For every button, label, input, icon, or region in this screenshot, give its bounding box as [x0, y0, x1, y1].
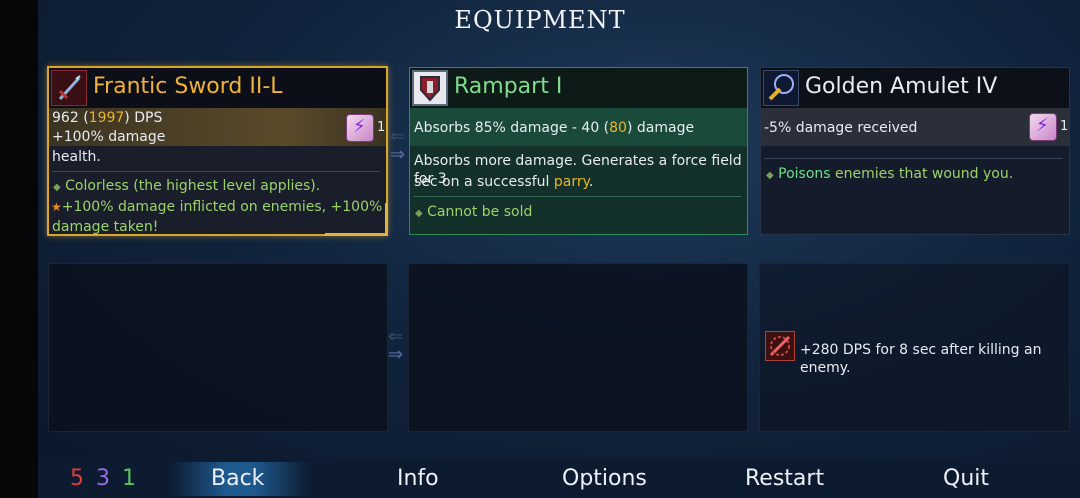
empty-weapon-slot[interactable]	[48, 263, 388, 432]
scroll-icon: ⚡	[1029, 113, 1057, 141]
selection-corner	[325, 203, 388, 236]
swap-arrows-icon[interactable]: ⇐ ⇒	[390, 128, 405, 164]
dps-line: 962 (1997) DPS	[52, 109, 162, 127]
divider	[764, 158, 1063, 159]
note-text: Colorless (the highest level applies).	[65, 178, 321, 194]
info-button[interactable]: Info	[397, 466, 439, 491]
scroll-count: 1	[1060, 119, 1069, 134]
absorb-text: Absorbs 85% damage - 40 (	[414, 120, 610, 136]
stat-band: -5% damage received ⚡ 1	[761, 108, 1069, 146]
bullet-icon: ◆	[766, 170, 774, 181]
card-header: Frantic Sword II-L	[49, 68, 386, 108]
left-black-bar	[0, 0, 38, 498]
note-poison: ◆ Poisons enemies that wound you.	[766, 164, 1013, 186]
dps-paren: )	[124, 110, 130, 126]
stat-band: Absorbs 85% damage - 40 (80) damage	[410, 108, 747, 146]
stat-band: 962 (1997) DPS +100% damage ⚡ 1	[49, 108, 386, 146]
shield-icon	[412, 70, 448, 106]
divider	[52, 171, 380, 172]
back-button[interactable]: Back	[211, 466, 264, 491]
sword-icon	[51, 70, 87, 106]
desc-text: .	[588, 174, 594, 190]
scroll-count-survival: 1	[122, 466, 136, 491]
curse-icon: ★	[51, 200, 62, 214]
desc-line-2: sec on a successful parry.	[414, 173, 593, 191]
item-name: Rampart I	[454, 74, 563, 99]
scroll-icon: ⚡	[346, 114, 374, 142]
amulet-icon	[763, 70, 799, 106]
scroll-count: 1	[377, 120, 386, 135]
note-cannot-sell: ◆ Cannot be sold	[415, 202, 532, 224]
swap-arrows-icon[interactable]: ⇐ ⇒	[388, 328, 403, 364]
mutation-text: +280 DPS for 8 sec after killing an enem…	[800, 342, 1042, 376]
bullet-icon: ◆	[415, 208, 423, 219]
dps-alt-value: 1997	[88, 110, 125, 126]
divider	[414, 196, 741, 197]
options-button[interactable]: Options	[562, 466, 647, 491]
absorb-alt-value: 80	[609, 120, 627, 136]
restart-button[interactable]: Restart	[745, 466, 824, 491]
absorb-line: Absorbs 85% damage - 40 (80) damage	[414, 119, 694, 137]
mutation-slot[interactable]: +280 DPS for 8 sec after killing an enem…	[759, 263, 1070, 432]
absorb-text: ) damage	[626, 120, 695, 136]
item-name: Frantic Sword II-L	[93, 74, 283, 99]
dps-unit: DPS	[134, 110, 163, 126]
note-colorless: ◆ Colorless (the highest level applies).	[53, 176, 320, 198]
damage-line: +100% damage	[52, 129, 166, 145]
dps-value: 962	[52, 110, 79, 126]
weapon-card-frantic-sword[interactable]: Frantic Sword II-L 962 (1997) DPS +100% …	[47, 66, 388, 236]
bullet-icon: ◆	[53, 182, 61, 193]
card-header: Rampart I	[410, 68, 747, 108]
desc-text: sec on a successful	[414, 174, 554, 190]
parry-keyword: parry	[553, 174, 589, 190]
empty-shield-slot[interactable]	[408, 263, 748, 432]
mutation-icon	[765, 331, 795, 361]
amulet-card-golden[interactable]: Golden Amulet IV -5% damage received ⚡ 1…	[760, 67, 1070, 235]
health-line: health.	[52, 149, 101, 165]
damage-received-line: -5% damage received	[764, 120, 918, 136]
card-header: Golden Amulet IV	[761, 68, 1069, 108]
page-title: EQUIPMENT	[454, 6, 626, 34]
shield-card-rampart[interactable]: Rampart I Absorbs 85% damage - 40 (80) d…	[409, 67, 748, 235]
quit-button[interactable]: Quit	[943, 466, 989, 491]
note-text: enemies that wound you.	[830, 166, 1014, 182]
item-name: Golden Amulet IV	[805, 74, 998, 99]
poison-keyword: Poisons	[778, 166, 831, 182]
note-text: Cannot be sold	[427, 204, 533, 220]
scroll-count-tactics: 3	[96, 466, 110, 491]
note-curse-cont: damage taken!	[52, 219, 159, 235]
scroll-count-brutality: 5	[70, 466, 84, 491]
